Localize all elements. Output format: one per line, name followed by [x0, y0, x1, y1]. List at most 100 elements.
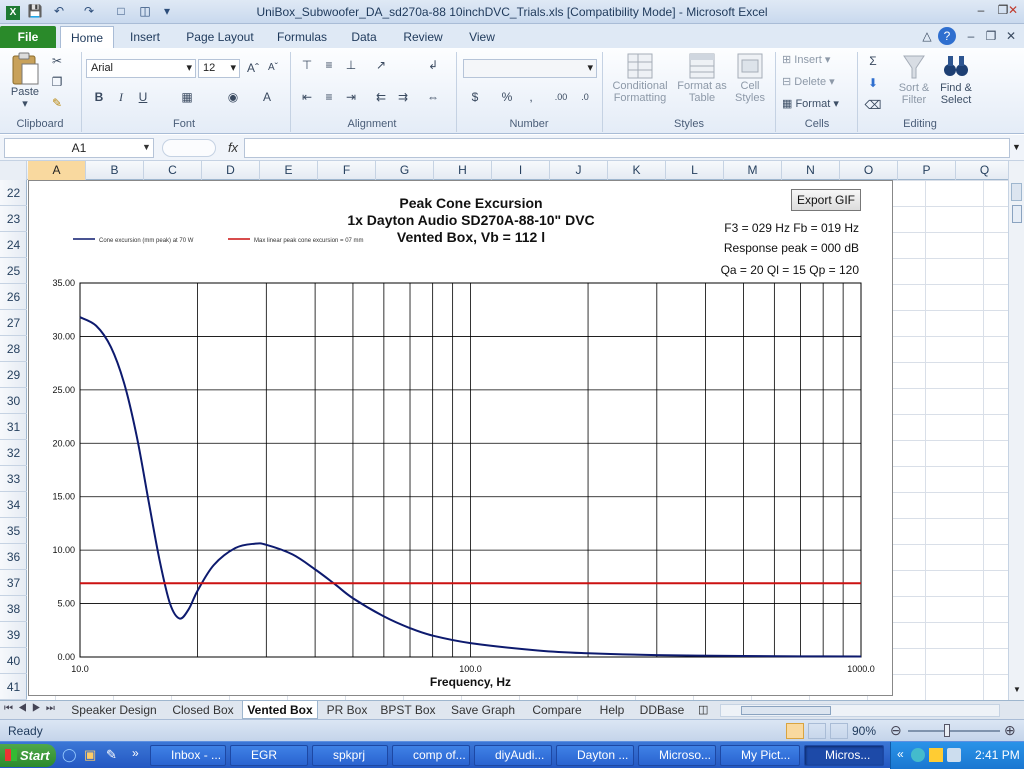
close-button[interactable]: ✕ [1002, 1, 1024, 19]
copy-icon[interactable]: ❐ [48, 73, 66, 91]
taskbar-item-dayton[interactable]: Dayton ... [556, 745, 634, 766]
taskbar-item-diyaudio[interactable]: diyAudi... [474, 745, 552, 766]
column-header-k[interactable]: K [608, 161, 666, 180]
column-header-m[interactable]: M [724, 161, 782, 180]
tab-insert[interactable]: Insert [120, 26, 170, 48]
autosum-icon[interactable]: Σ [864, 52, 882, 70]
outlook-tray-icon[interactable] [929, 748, 943, 762]
grow-font-icon[interactable]: Aˆ [244, 59, 262, 77]
number-format-combo[interactable]: ▾ [463, 59, 597, 78]
font-name-combo[interactable]: Arial ▾ [86, 59, 196, 78]
tab-data[interactable]: Data [342, 26, 386, 48]
insert-cells-button[interactable]: ⊞ Insert ▾ [782, 54, 852, 66]
decrease-indent-icon[interactable]: ⇇ [372, 88, 390, 106]
sheet-tab[interactable]: Closed Box [166, 701, 240, 719]
sheet-tab[interactable]: Speaker Design [66, 701, 162, 719]
formula-bar-handle[interactable] [162, 139, 216, 157]
taskbar-item-spkprj[interactable]: spkprj [312, 745, 388, 766]
italic-icon[interactable]: I [112, 88, 130, 106]
column-header-h[interactable]: H [434, 161, 492, 180]
align-left-icon[interactable]: ⇤ [298, 88, 316, 106]
conditional-formatting-button[interactable]: Conditional Formatting [606, 52, 674, 104]
align-center-icon[interactable]: ≡ [320, 88, 338, 106]
chart-panel[interactable]: Peak Cone Excursion 1x Dayton Audio SD27… [28, 180, 893, 696]
tray-app-icon[interactable] [947, 748, 961, 762]
align-right-icon[interactable]: ⇥ [342, 88, 360, 106]
column-header-l[interactable]: L [666, 161, 724, 180]
cell-styles-button[interactable]: Cell Styles [730, 52, 770, 104]
find-select-button[interactable]: Find & Select [936, 52, 976, 106]
tab-file[interactable]: File [0, 26, 56, 48]
currency-icon[interactable]: $ [466, 88, 484, 106]
expand-formula-bar-icon[interactable]: ▼ [1012, 142, 1021, 152]
workbook-close-icon[interactable]: ✕ [1002, 27, 1020, 45]
select-all-corner[interactable] [0, 161, 27, 180]
paste-button[interactable]: Paste ▾ [6, 52, 44, 110]
row-header-27[interactable]: 27 [0, 310, 27, 336]
sheet-tab[interactable]: DDBase [636, 701, 688, 719]
tab-review[interactable]: Review [396, 26, 450, 48]
row-header-39[interactable]: 39 [0, 622, 27, 648]
row-header-25[interactable]: 25 [0, 258, 27, 284]
merge-center-icon[interactable]: ⇔ [424, 88, 442, 106]
row-header-28[interactable]: 28 [0, 336, 27, 362]
orientation-icon[interactable]: ↗ [372, 56, 390, 74]
column-header-c[interactable]: C [144, 161, 202, 180]
row-header-38[interactable]: 38 [0, 596, 27, 622]
sheet-tab[interactable]: BPST Box [376, 701, 440, 719]
insert-function-icon[interactable]: fx [224, 138, 242, 158]
minimize-button[interactable]: – [970, 1, 992, 19]
decrease-decimal-icon[interactable]: .0 [576, 88, 594, 106]
align-top-icon[interactable]: ⊤ [298, 56, 316, 74]
page-layout-view-icon[interactable] [808, 723, 826, 739]
sheet-tab-active[interactable]: Vented Box [242, 701, 318, 719]
taskbar-item-microsoft[interactable]: Microso... [638, 745, 716, 766]
name-box[interactable]: A1 [4, 138, 154, 158]
taskbar-item-comp[interactable]: comp of... [392, 745, 470, 766]
scroll-thumb[interactable] [1012, 205, 1022, 223]
sheet-nav-arrows-icon[interactable]: ⏮◀▶⏭ [4, 703, 60, 714]
quicklaunch-more-icon[interactable]: » [132, 746, 139, 760]
taskbar-item-my-pictures[interactable]: My Pict... [720, 745, 800, 766]
row-header-23[interactable]: 23 [0, 206, 27, 232]
sheet-tab[interactable]: Compare [528, 701, 586, 719]
borders-icon[interactable]: ▦ [178, 88, 196, 106]
row-header-22[interactable]: 22 [0, 180, 27, 206]
tab-home[interactable]: Home [60, 26, 114, 48]
comma-icon[interactable]: , [522, 88, 540, 106]
horizontal-scrollbar[interactable] [720, 704, 1000, 717]
vertical-scrollbar[interactable]: ▼ [1008, 161, 1024, 700]
align-middle-icon[interactable]: ≡ [320, 56, 338, 74]
format-painter-icon[interactable]: ✎ [48, 94, 66, 112]
row-header-36[interactable]: 36 [0, 544, 27, 570]
sheet-tab[interactable]: Help [594, 701, 630, 719]
scroll-down-icon[interactable]: ▼ [1013, 685, 1021, 694]
delete-cells-button[interactable]: ⊟ Delete ▾ [782, 76, 852, 88]
clock[interactable]: 2:41 PM [975, 748, 1020, 762]
fill-icon[interactable]: ⬇ [864, 74, 882, 92]
increase-indent-icon[interactable]: ⇉ [394, 88, 412, 106]
normal-view-icon[interactable] [786, 723, 804, 739]
row-header-34[interactable]: 34 [0, 492, 27, 518]
bold-icon[interactable]: B [90, 88, 108, 106]
column-header-p[interactable]: P [898, 161, 956, 180]
shrink-font-icon[interactable]: Aˇ [264, 59, 282, 77]
new-sheet-icon[interactable]: ◫ [698, 703, 708, 716]
column-header-e[interactable]: E [260, 161, 318, 180]
row-header-29[interactable]: 29 [0, 362, 27, 388]
percent-icon[interactable]: % [498, 88, 516, 106]
workbook-minimize-icon[interactable]: – [962, 27, 980, 45]
horizontal-scroll-thumb[interactable] [741, 706, 831, 715]
fill-color-icon[interactable]: ◉ [224, 88, 242, 106]
page-break-view-icon[interactable] [830, 723, 848, 739]
zoom-slider[interactable] [908, 730, 1000, 732]
row-header-40[interactable]: 40 [0, 648, 27, 674]
row-header-30[interactable]: 30 [0, 388, 27, 414]
sheet-tab[interactable]: Save Graph [446, 701, 520, 719]
row-header-35[interactable]: 35 [0, 518, 27, 544]
help-icon[interactable]: ? [938, 27, 956, 45]
start-button[interactable]: Start [0, 744, 56, 767]
taskbar-item-excel-active[interactable]: Micros... [804, 745, 884, 766]
row-header-32[interactable]: 32 [0, 440, 27, 466]
column-header-q[interactable]: Q [956, 161, 1014, 180]
